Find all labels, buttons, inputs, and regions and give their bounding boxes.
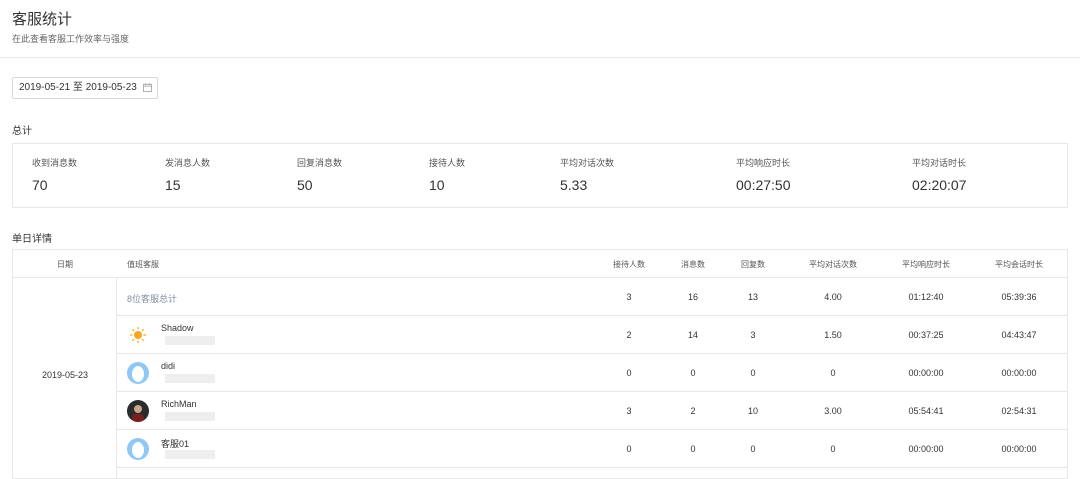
cell-avg-response: 05:54:41 xyxy=(908,406,944,416)
date-range-picker[interactable]: 2019-05-21 至 2019-05-23 xyxy=(12,77,158,99)
totals-heading: 总计 xyxy=(12,126,32,137)
total-value: 70 xyxy=(32,177,48,193)
column-header-received: 接待人数 xyxy=(613,260,645,269)
column-header-date: 日期 xyxy=(57,260,73,269)
column-header-messages: 消息数 xyxy=(681,260,705,269)
cell-avg-conversations: 3.00 xyxy=(824,406,842,416)
cell-messages: 0 xyxy=(690,444,696,454)
avatar-sun xyxy=(127,324,149,346)
cell-received: 3 xyxy=(626,292,632,302)
total-label: 平均响应时长 xyxy=(736,158,791,168)
cell-replies: 3 xyxy=(750,330,756,340)
total-label: 收到消息数 xyxy=(32,158,78,168)
page-subtitle: 在此查看客服工作效率与强度 xyxy=(12,34,130,44)
date-range-value: 2019-05-21 至 2019-05-23 xyxy=(19,82,137,93)
cell-replies: 10 xyxy=(747,406,759,416)
table-row: didi 0 0 0 0 00:00:00 00:00:00 xyxy=(117,354,1067,392)
cell-avg-conversations: 1.50 xyxy=(824,330,842,340)
avatar-photo xyxy=(127,400,149,422)
cell-avg-conversations: 4.00 xyxy=(824,292,842,302)
cell-avg-response: 00:00:00 xyxy=(908,444,944,454)
cell-avg-conversations: 0 xyxy=(830,368,836,378)
cell-avg-session: 04:43:47 xyxy=(1001,330,1037,340)
cell-messages: 16 xyxy=(687,292,699,302)
column-header-agent: 值班客服 xyxy=(127,260,159,269)
total-label: 发消息人数 xyxy=(165,158,211,168)
agent-name: 客服01 xyxy=(161,439,190,449)
cell-avg-session: 02:54:31 xyxy=(1001,406,1037,416)
total-label: 平均对话次数 xyxy=(560,158,615,168)
agent-name: RichMan xyxy=(161,399,197,409)
total-label: 回复消息数 xyxy=(297,158,343,168)
column-header-replies: 回复数 xyxy=(741,260,765,269)
total-value: 50 xyxy=(297,177,313,193)
page-header: 客服统计 在此查看客服工作效率与强度 xyxy=(0,0,1080,58)
date-cell: 2019-05-23 xyxy=(13,278,117,478)
cell-avg-session: 00:00:00 xyxy=(1001,368,1037,378)
person-photo-icon xyxy=(132,405,144,422)
column-header-avg-response: 平均响应时长 xyxy=(902,260,950,269)
cell-replies: 0 xyxy=(750,444,756,454)
agent-detail-blurred xyxy=(165,336,215,345)
cell-messages: 14 xyxy=(687,330,699,340)
daily-heading: 单日详情 xyxy=(12,234,52,245)
cell-replies: 13 xyxy=(747,292,759,302)
cell-avg-response: 00:00:00 xyxy=(908,368,944,378)
totals-panel: 收到消息数 70 发消息人数 15 回复消息数 50 接待人数 10 平均对话次… xyxy=(12,143,1068,208)
cell-avg-session: 00:00:00 xyxy=(1001,444,1037,454)
total-value: 15 xyxy=(165,177,181,193)
agent-detail-blurred xyxy=(165,412,215,421)
cell-received: 0 xyxy=(626,368,632,378)
total-label: 接待人数 xyxy=(429,158,466,168)
cell-messages: 0 xyxy=(690,368,696,378)
total-value: 5.33 xyxy=(560,177,588,193)
agent-detail-blurred xyxy=(165,374,215,383)
column-header-avg-conversations: 平均对话次数 xyxy=(809,260,857,269)
total-label: 平均对话时长 xyxy=(912,158,967,168)
avatar-default xyxy=(127,438,149,460)
user-icon xyxy=(132,366,144,382)
total-value: 10 xyxy=(429,177,445,193)
page-title: 客服统计 xyxy=(12,11,73,28)
cell-replies: 0 xyxy=(750,368,756,378)
daily-table: 日期 值班客服 接待人数 消息数 回复数 平均对话次数 平均响应时长 平均会话时… xyxy=(12,249,1068,479)
agent-name: Shadow xyxy=(161,323,194,333)
cell-avg-conversations: 0 xyxy=(830,444,836,454)
cell-avg-session: 05:39:36 xyxy=(1001,292,1037,302)
table-row: 客服01 0 0 0 0 00:00:00 00:00:00 xyxy=(117,430,1067,468)
agent-detail-blurred xyxy=(165,450,215,459)
table-header: 日期 值班客服 接待人数 消息数 回复数 平均对话次数 平均响应时长 平均会话时… xyxy=(13,250,1067,278)
user-icon xyxy=(132,442,144,458)
summary-label: 8位客服总计 xyxy=(127,294,178,304)
cell-messages: 2 xyxy=(690,406,696,416)
cell-received: 2 xyxy=(626,330,632,340)
cell-received: 3 xyxy=(626,406,632,416)
table-row: Shadow 2 14 3 1.50 00:37:25 04:43:47 xyxy=(117,316,1067,354)
agent-name: didi xyxy=(161,361,176,371)
table-row: 8位客服总计 3 16 13 4.00 01:12:40 05:39:36 xyxy=(117,278,1067,316)
column-header-avg-session: 平均会话时长 xyxy=(995,260,1043,269)
table-row: RichMan 3 2 10 3.00 05:54:41 02:54:31 xyxy=(117,392,1067,430)
avatar-default xyxy=(127,362,149,384)
row-date: 2019-05-23 xyxy=(41,370,89,380)
cell-avg-response: 00:37:25 xyxy=(908,330,944,340)
total-value: 00:27:50 xyxy=(736,177,791,193)
calendar-icon xyxy=(143,83,152,92)
sun-icon xyxy=(130,327,146,343)
cell-avg-response: 01:12:40 xyxy=(908,292,944,302)
total-value: 02:20:07 xyxy=(912,177,967,193)
cell-received: 0 xyxy=(626,444,632,454)
